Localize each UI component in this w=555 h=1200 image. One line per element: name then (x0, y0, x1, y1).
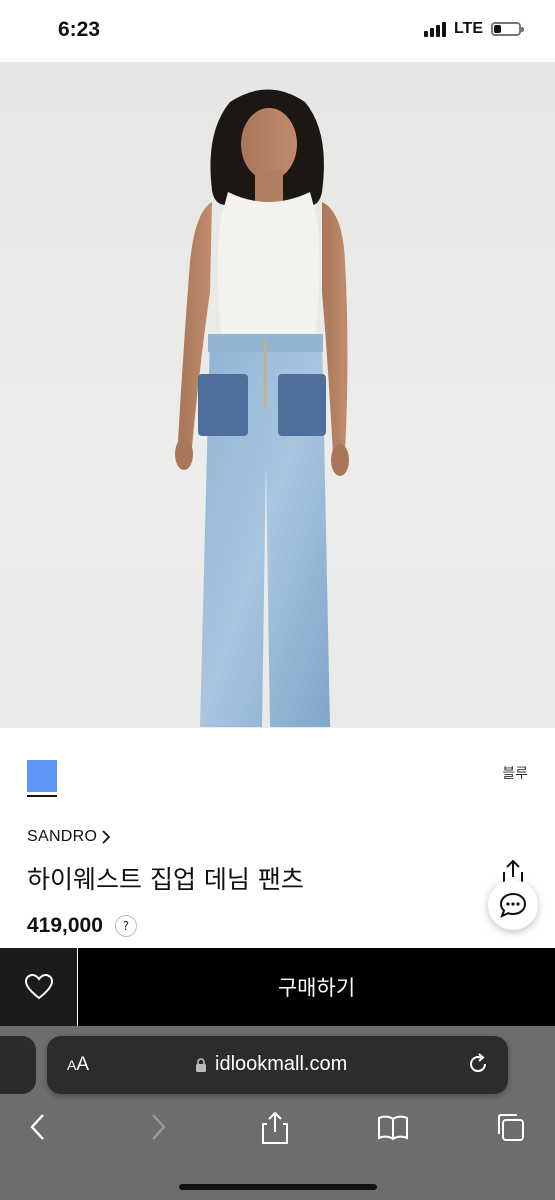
swatch-selected-indicator (27, 795, 57, 797)
forward-button[interactable] (146, 1110, 170, 1148)
status-right: LTE (423, 20, 524, 38)
buy-button[interactable]: 구매하기 (78, 948, 555, 1026)
brand-link[interactable]: SANDRO (27, 828, 111, 846)
share-page-button[interactable] (260, 1110, 290, 1150)
price-help-button[interactable]: ? (114, 915, 137, 937)
aa-big: A (76, 1054, 90, 1075)
reload-button[interactable] (466, 1052, 490, 1080)
heart-icon (24, 973, 53, 1000)
chevron-right-icon (102, 830, 111, 844)
tabs-button[interactable] (494, 1110, 526, 1148)
forward-icon (152, 1114, 166, 1140)
product-image[interactable] (0, 62, 555, 728)
back-icon (30, 1114, 44, 1140)
status-time: 6:23 (58, 18, 101, 41)
chat-button[interactable] (488, 880, 538, 930)
tabs-icon (498, 1114, 524, 1141)
home-indicator[interactable] (179, 1184, 377, 1190)
bookmarks-button[interactable] (376, 1110, 410, 1148)
url-display[interactable]: idlookmall.com (195, 1053, 347, 1076)
lock-icon (196, 1057, 206, 1072)
previous-tab-preview[interactable] (0, 1036, 36, 1094)
browser-chrome: AA idlookmall.com (0, 1026, 555, 1200)
back-button[interactable] (26, 1110, 50, 1148)
wishlist-button[interactable] (0, 948, 77, 1026)
bookmarks-icon (378, 1115, 408, 1141)
brand-name: SANDRO (27, 828, 98, 845)
status-bar: 6:23 LTE (0, 0, 555, 62)
address-bar[interactable]: AA idlookmall.com (47, 1036, 508, 1094)
color-name: 블루 (502, 766, 528, 782)
chat-icon (499, 892, 527, 918)
color-swatch[interactable] (27, 760, 57, 792)
reload-icon (470, 1053, 487, 1073)
price: 419,000 (27, 914, 103, 937)
model-illustration (175, 89, 349, 727)
battery-icon (491, 22, 524, 36)
price-row: 419,000 ? (27, 914, 137, 938)
purchase-bar: 구매하기 (0, 948, 555, 1026)
reader-settings-button[interactable]: AA (67, 1054, 89, 1076)
share-icon (262, 1111, 288, 1144)
aa-small: A (67, 1057, 77, 1073)
signal-icon (423, 21, 446, 37)
url-text: idlookmall.com (215, 1053, 348, 1075)
network-label: LTE (453, 20, 483, 37)
product-title: 하이웨스트 집업 데님 팬츠 (27, 865, 304, 894)
browser-toolbar (0, 1110, 555, 1150)
